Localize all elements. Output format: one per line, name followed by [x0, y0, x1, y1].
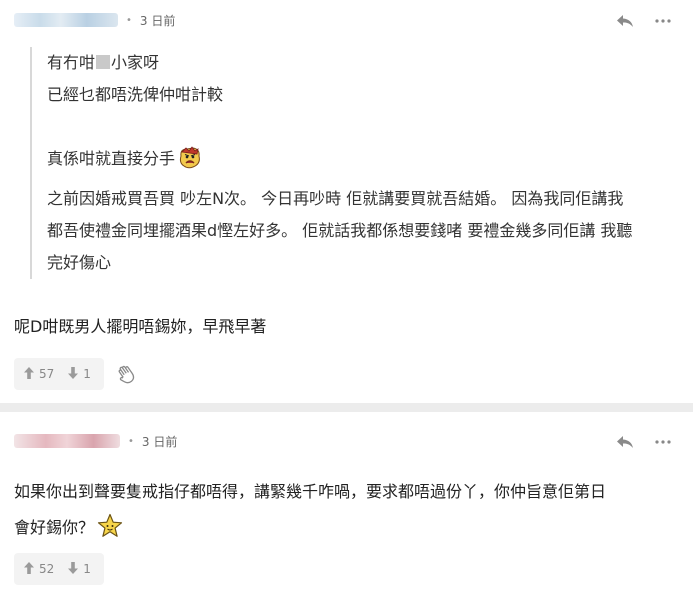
comment-body: 如果你出到聲要隻戒指仔都唔得，講緊幾千咋喎，要求都唔過份丫，你仲旨意佢第日 會好…: [14, 474, 674, 552]
comment-actions: [615, 12, 673, 30]
comment-body-text: 會好錫你？: [14, 518, 95, 537]
angry-face-sticker-icon: [178, 146, 202, 181]
comment-actions: [615, 433, 673, 451]
separator-dot: •: [126, 14, 132, 26]
blurred-character: [96, 55, 111, 69]
reply-icon[interactable]: [615, 12, 635, 30]
hand-icon[interactable]: [118, 364, 136, 384]
downvote-button[interactable]: 1: [68, 561, 91, 577]
arrow-down-icon: [68, 561, 79, 577]
comment-header: • 3 日前: [14, 10, 175, 30]
quote-line: 有冇咁 小家呀: [47, 47, 680, 79]
comment-body-line: 如果你出到聲要隻戒指仔都唔得，講緊幾千咋喎，要求都唔過份丫，你仲旨意佢第日: [14, 482, 607, 501]
downvote-button[interactable]: 1: [68, 366, 91, 382]
more-icon[interactable]: [653, 433, 673, 451]
vote-bar: 52 1: [14, 553, 104, 585]
quote-text: 小家呀: [111, 53, 160, 72]
vote-bar: 57 1: [14, 358, 104, 390]
quote-text: 真係咁就直接分手: [47, 149, 176, 168]
comment-card: • 3 日前 如果你出到聲要隻戒指仔都唔得，講緊幾千咋喎，要求都唔過份丫，你仲旨…: [0, 412, 693, 602]
comment-header: • 3 日前: [14, 431, 177, 451]
username-blurred[interactable]: [14, 434, 120, 448]
upvote-button[interactable]: 57: [24, 366, 55, 382]
downvote-count: 1: [83, 367, 91, 381]
arrow-down-icon: [68, 366, 79, 382]
comment-body-line: 會好錫你？: [14, 510, 674, 552]
quote-line: 之前因婚戒買吾買 吵左N次。 今日再吵時 佢就講要買就吾結婚。 因為我同佢講我: [47, 189, 624, 208]
comment-body: 呢D咁既男人擺明唔錫妳，早飛早著: [14, 317, 267, 336]
upvote-count: 52: [39, 562, 55, 576]
more-icon[interactable]: [653, 12, 673, 30]
quote-line: 完好傷心: [47, 253, 112, 272]
nested-quote: 有冇咁 小家呀 已經乜都唔洗俾仲咁計較 真係咁就直接分手: [30, 47, 680, 175]
arrow-up-icon: [24, 366, 34, 382]
reply-icon[interactable]: [615, 433, 635, 451]
arrow-up-icon: [24, 561, 34, 577]
comment-time: 3 日前: [141, 434, 178, 449]
star-sticker-icon: [97, 513, 123, 552]
username-blurred[interactable]: [14, 13, 118, 27]
separator-dot: •: [128, 435, 134, 447]
upvote-button[interactable]: 52: [24, 561, 55, 577]
downvote-count: 1: [83, 562, 91, 576]
quote-text: 有冇咁: [47, 53, 96, 72]
quote-line: 已經乜都唔洗俾仲咁計較: [47, 85, 224, 104]
comment-card: • 3 日前 有冇咁 小家呀 已經乜都唔洗俾仲咁計較 真係咁就直接分手 之前因婚…: [0, 0, 693, 403]
quoted-comment: 有冇咁 小家呀 已經乜都唔洗俾仲咁計較 真係咁就直接分手 之前因婚戒買吾買 吵左N…: [30, 47, 680, 279]
comment-time: 3 日前: [139, 13, 176, 28]
quote-line: 都吾使禮金同埋擺酒果d慳左好多。 佢就話我都係想要錢啫 要禮金幾多同佢講 我聽: [47, 221, 633, 240]
upvote-count: 57: [39, 367, 55, 381]
quote-line: 真係咁就直接分手: [47, 143, 680, 175]
comment-divider: [0, 403, 693, 412]
